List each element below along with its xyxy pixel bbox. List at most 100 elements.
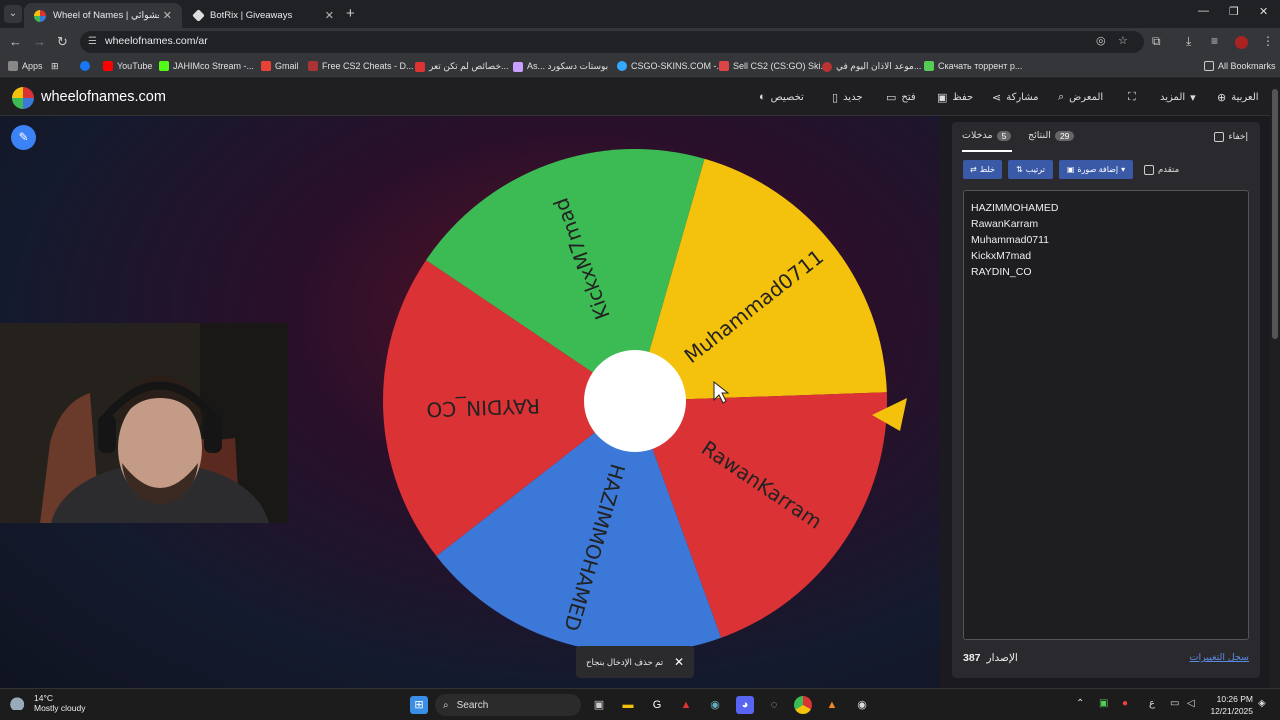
save-button[interactable]: ▣ حفظ — [937, 91, 973, 104]
app-g-icon[interactable]: G — [648, 696, 666, 714]
language-indicator[interactable]: ع — [1149, 698, 1155, 709]
all-bookmarks[interactable]: All Bookmarks — [1204, 61, 1276, 71]
menu-icon[interactable]: ⋮ — [1262, 34, 1274, 48]
bookmark-prayer-times[interactable]: موعد الاذان اليوم في... — [822, 61, 921, 72]
advanced-checkbox[interactable] — [1144, 164, 1154, 175]
steam-icon[interactable]: ◉ — [706, 696, 724, 714]
reload-icon[interactable]: ↻ — [57, 34, 68, 50]
system-clock[interactable]: 10:26 PM 12/21/2025 — [1205, 693, 1253, 717]
edit-pencil-icon[interactable]: ✎ — [11, 125, 36, 150]
bookmark-gmail[interactable]: Gmail — [261, 61, 299, 71]
site-info-icon[interactable]: ☰ — [88, 36, 97, 47]
bookmark-apps[interactable]: Apps — [8, 61, 43, 71]
discord-icon[interactable]: ◕ — [736, 696, 754, 714]
gallery-button[interactable]: ⌕ المعرض — [1058, 91, 1103, 104]
bookmark-features[interactable]: خصائص لم تكن تعر... — [415, 61, 509, 72]
more-menu[interactable]: المزيد ▾ — [1160, 91, 1196, 104]
wheel-center-hub[interactable] — [584, 350, 686, 452]
new-button[interactable]: ▯ جديد — [832, 91, 863, 104]
new-tab-button[interactable]: + — [346, 5, 355, 22]
open-button[interactable]: ▭ فتح — [886, 91, 916, 104]
tab-search-button[interactable]: ⌄ — [4, 5, 22, 23]
back-icon[interactable]: ← — [9, 34, 22, 49]
tray-app-icon[interactable]: ▣ — [1099, 698, 1108, 709]
close-window-icon[interactable]: ✕ — [1259, 5, 1268, 18]
profile-avatar[interactable] — [1235, 36, 1248, 49]
tab-wheel-of-names[interactable]: Wheel of Names | العشوائي ✕ — [24, 3, 182, 28]
volume-icon[interactable]: ◁ — [1187, 698, 1195, 709]
globe-icon: ⊕ — [1217, 92, 1227, 104]
file-explorer-icon[interactable]: ▬ — [619, 696, 637, 714]
bookmark-youtube[interactable]: YouTube — [103, 61, 152, 71]
brand-name[interactable]: wheelofnames.com — [41, 89, 166, 105]
entries-panel: مدخلات 5 النتائج 29 إخفاء ⇄ خلط ⇅ ترتيب ▣ إ… — [952, 122, 1260, 678]
tab-entries[interactable]: مدخلات 5 — [962, 130, 1012, 141]
app-settings-icon[interactable]: ◌ — [765, 696, 783, 714]
microphone-icon[interactable]: ● — [1122, 698, 1128, 709]
bookmark-csgo-skins[interactable]: CSGO-SKINS.COM -... — [617, 61, 724, 71]
notifications-icon[interactable]: ◈ — [1258, 698, 1266, 709]
bookmark-discord-posts[interactable]: As... بوستات دسكورد — [513, 61, 608, 72]
close-tab-icon[interactable]: ✕ — [163, 9, 172, 22]
facebook-icon[interactable] — [80, 61, 94, 71]
shuffle-icon: ⇄ — [970, 165, 977, 174]
network-icon[interactable]: ▭ — [1170, 698, 1179, 709]
tray-chevron-icon[interactable]: ⌃ — [1076, 698, 1084, 709]
media-icon[interactable]: ≡ — [1211, 34, 1218, 48]
apps-grid-icon — [8, 61, 18, 71]
bookmark-torrent[interactable]: Скачать торрент р... — [924, 61, 1022, 71]
weather-widget[interactable]: 14°C Mostly cloudy — [10, 693, 86, 713]
extensions-icon[interactable]: ⧉ — [1152, 34, 1161, 49]
shuffle-button[interactable]: ⇄ خلط — [963, 160, 1002, 179]
share-button[interactable]: ⋖ مشاركة — [992, 91, 1039, 104]
eye-off-icon[interactable]: ◎ — [1096, 34, 1106, 47]
palette-icon: ◐ — [759, 91, 766, 103]
hide-toggle[interactable]: إخفاء — [1214, 131, 1248, 142]
entry-line: HAZIMMOHAMED — [971, 202, 1059, 214]
tab-botrix[interactable]: BotRix | Giveaways ✕ — [184, 3, 344, 28]
fullscreen-icon: ⛶ — [1128, 91, 1136, 103]
fullscreen-button[interactable]: ⛶ — [1128, 91, 1136, 104]
grid-icon[interactable]: ⊞ — [51, 61, 59, 72]
language-menu[interactable]: ⊕ العربية — [1217, 91, 1259, 104]
forward-icon[interactable]: → — [33, 34, 46, 49]
app-a-icon[interactable]: ▲ — [677, 696, 695, 714]
taskbar-search[interactable]: ⌕ Search — [435, 694, 581, 716]
chevron-down-icon: ▾ — [1121, 165, 1126, 174]
star-icon[interactable]: ☆ — [1118, 34, 1128, 47]
add-image-button[interactable]: ▣ إضافة صورة ▾ — [1059, 160, 1133, 179]
close-tab-icon[interactable]: ✕ — [325, 9, 334, 22]
entries-textarea[interactable]: HAZIMMOHAMED RawanKarram Muhammad0711 Ki… — [963, 190, 1249, 640]
restore-icon[interactable]: ❐ — [1229, 5, 1239, 18]
toast-message: تم حذف الإدخال بنجاح — [586, 656, 664, 667]
sort-button[interactable]: ⇅ ترتيب — [1008, 160, 1053, 179]
task-view-icon[interactable]: ▣ — [590, 696, 608, 714]
page-scrollbar[interactable] — [1270, 79, 1280, 688]
results-count-badge: 29 — [1054, 130, 1075, 141]
chrome-icon[interactable] — [794, 696, 812, 714]
new-file-icon: ▯ — [832, 92, 839, 104]
download-icon[interactable]: ⤓ — [1186, 34, 1191, 49]
wheel[interactable]: Muhammad0711RawanKarramHAZIMMOHAMEDRAYDI… — [370, 146, 910, 686]
browser-tabstrip: ⌄ Wheel of Names | العشوائي ✕ BotRix | G… — [0, 0, 1280, 28]
minimize-icon[interactable]: — — [1198, 5, 1209, 17]
obs-icon[interactable]: ◉ — [853, 696, 871, 714]
bookmark-cs2-cheats[interactable]: Free CS2 Cheats - D... — [308, 61, 414, 71]
customize-button[interactable]: ◐ تخصيص — [759, 91, 804, 103]
toast-close-icon[interactable]: ✕ — [674, 655, 684, 669]
address-bar[interactable]: ☰ wheelofnames.com/ar ◎ ☆ — [80, 31, 1144, 53]
bookmark-jahimco[interactable]: JAHIMco Stream -... — [159, 61, 254, 71]
changelog-link[interactable]: سجل التغييرات — [1190, 652, 1249, 663]
hide-checkbox[interactable] — [1214, 131, 1225, 142]
windows-start-icon[interactable]: ⊞ — [410, 696, 428, 714]
tab-results[interactable]: النتائج 29 — [1028, 130, 1075, 141]
save-icon: ▣ — [937, 92, 948, 104]
weather-condition: Mostly cloudy — [34, 703, 86, 713]
app-orange-icon[interactable]: ▲ — [823, 696, 841, 714]
scrollbar-thumb[interactable] — [1272, 89, 1278, 339]
advanced-toggle[interactable]: متقدم — [1144, 164, 1179, 175]
version-info: 387 الإصدار — [963, 652, 1018, 664]
bookmark-sell-cs2[interactable]: Sell CS2 (CS:GO) Ski... — [719, 61, 828, 71]
browser-toolbar: ← → ↻ ☰ wheelofnames.com/ar ◎ ☆ ⧉ ⤓ ≡ ⋮ — [0, 28, 1280, 56]
chevron-down-icon: ▾ — [1190, 92, 1196, 104]
